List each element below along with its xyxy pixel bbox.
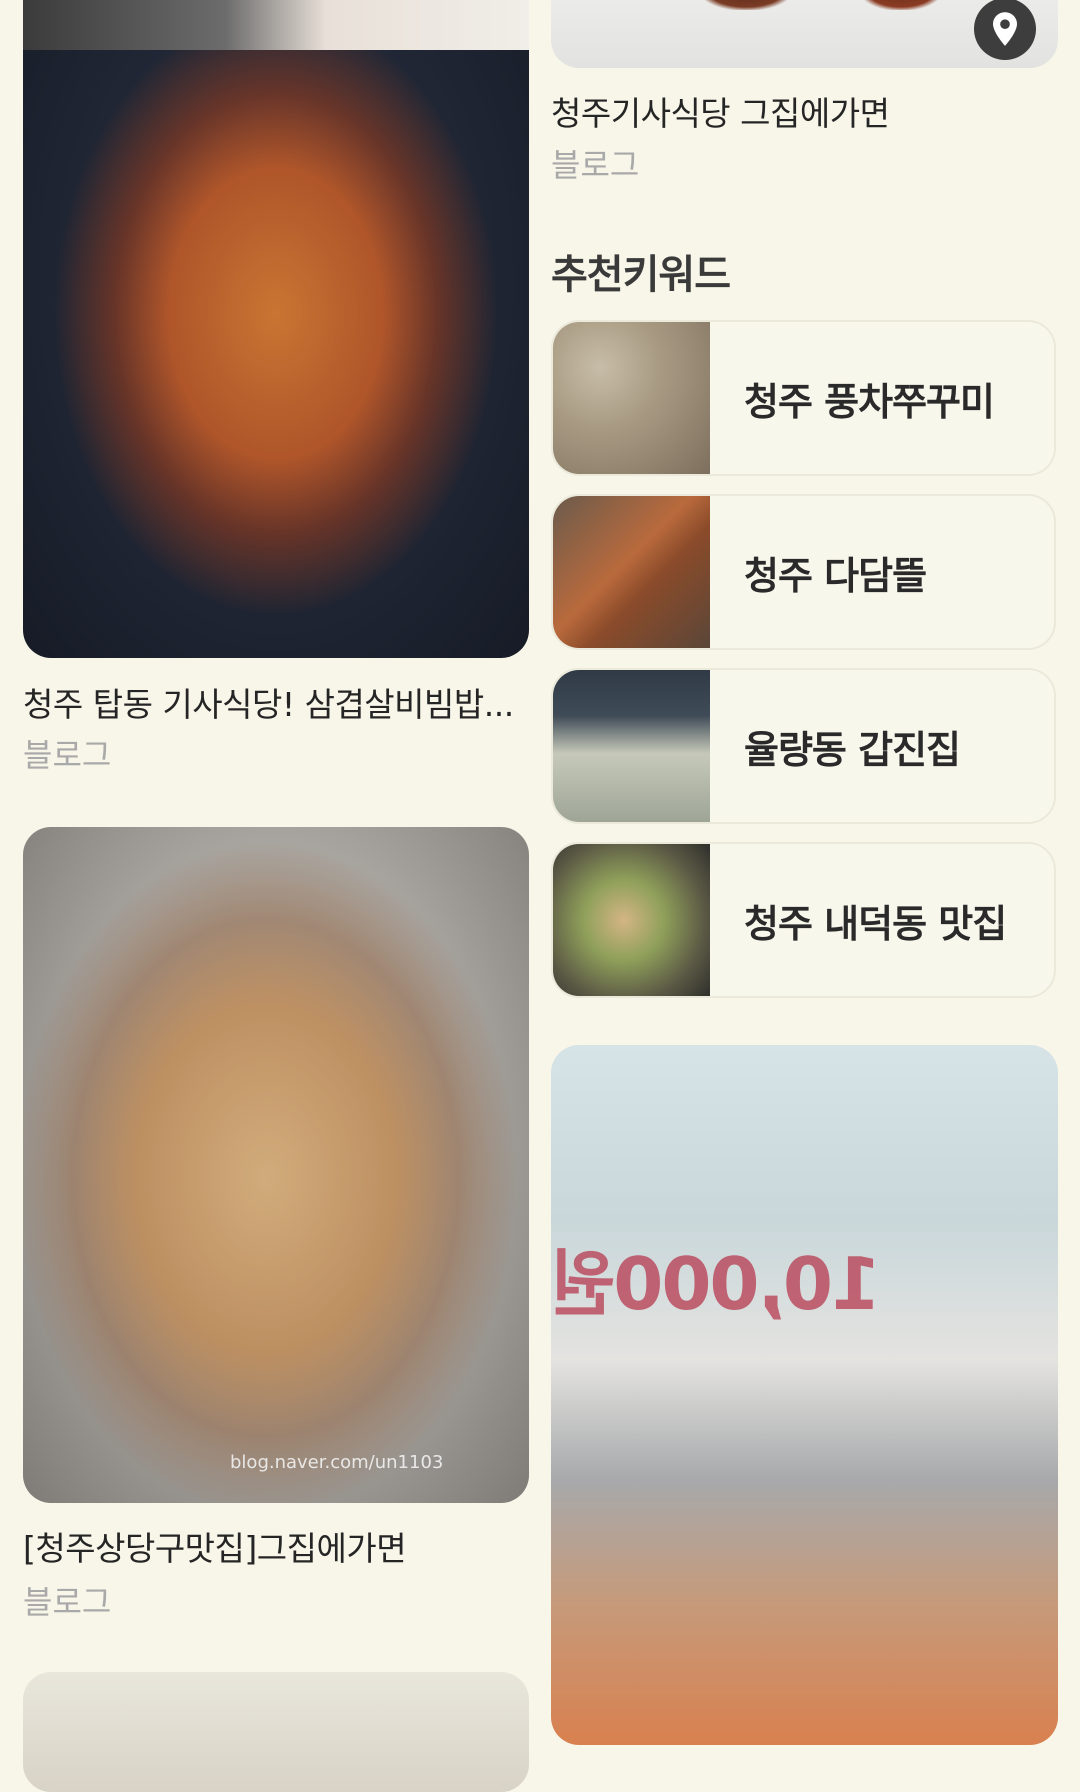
keyword-label: 율량동 갑진집 xyxy=(744,727,961,772)
keyword-thumbnail xyxy=(553,496,710,648)
keyword-item[interactable]: 율량동 갑진집 xyxy=(551,668,1056,824)
dish-shape xyxy=(861,0,941,10)
keyword-item[interactable]: 청주 풍차쭈꾸미 xyxy=(551,320,1056,476)
dish-shape xyxy=(701,0,791,10)
map-pin-icon[interactable] xyxy=(974,0,1036,60)
card-image-top[interactable] xyxy=(551,0,1058,68)
image-watermark: blog.naver.com/un1103 xyxy=(230,1452,444,1473)
card-source: 블로그 xyxy=(23,1583,112,1621)
card-title[interactable]: [청주상당구맛집]그집에가면 xyxy=(23,1527,529,1571)
card-source: 블로그 xyxy=(23,736,112,774)
keyword-item[interactable]: 청주 다담뜰 xyxy=(551,494,1056,650)
keyword-label: 청주 다담뜰 xyxy=(744,553,927,598)
card-image-bibimbap[interactable]: blog.naver.com/un1103 xyxy=(23,827,529,1503)
card-title[interactable]: 청주 탑동 기사식당! 삼겹살비빔밥... xyxy=(23,683,529,727)
keyword-thumbnail xyxy=(553,844,710,996)
keyword-label: 청주 풍차쭈꾸미 xyxy=(744,379,995,424)
card-image-next[interactable] xyxy=(23,1672,529,1792)
keyword-thumbnail xyxy=(553,670,710,822)
price-sign: 10,000원 xyxy=(551,1242,882,1326)
card-source: 블로그 xyxy=(551,146,640,184)
keyword-thumbnail xyxy=(553,322,710,474)
keyword-label: 청주 내덕동 맛집 xyxy=(744,901,1007,946)
recommended-keywords-title: 추천키워드 xyxy=(551,252,731,298)
card-title[interactable]: 청주기사식당 그집에가면 xyxy=(551,92,1058,136)
card-image-buffet[interactable]: 10,000원 xyxy=(551,1045,1058,1745)
card-image-spicy-pork[interactable] xyxy=(23,0,529,658)
keyword-item[interactable]: 청주 내덕동 맛집 xyxy=(551,842,1056,998)
